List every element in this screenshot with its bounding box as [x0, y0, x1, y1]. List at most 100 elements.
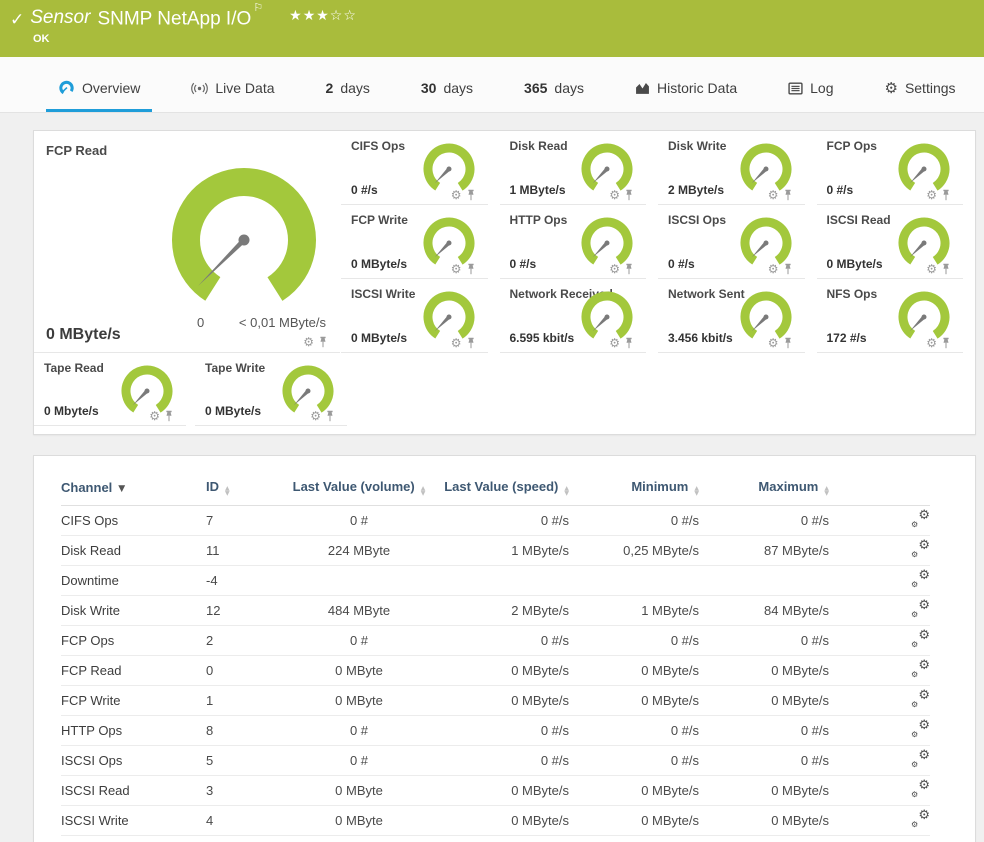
column-label: Channel	[61, 480, 113, 495]
pin-icon[interactable]	[783, 263, 793, 275]
channel-gear-icon[interactable]: ⚙	[609, 337, 620, 349]
tab-historic-data[interactable]: Historic Data	[623, 80, 749, 112]
channel-settings-icon[interactable]: ⚙ ⚙	[910, 749, 930, 769]
table-row[interactable]: Downtime -4 ⚙ ⚙	[61, 565, 930, 596]
channel-settings-icon[interactable]: ⚙ ⚙	[910, 599, 930, 619]
last-value-volume: 0 MByte	[284, 685, 434, 716]
channel-name: CIFS Ops	[61, 505, 206, 536]
column-label: Minimum	[631, 479, 689, 494]
maximum-value: 0 MByte/s	[699, 805, 829, 836]
priority-stars[interactable]: ★★★☆☆	[289, 8, 357, 24]
tape-gauges-row: Tape Read 0 Mbyte/s ⚙ Tape Write 0 MByte…	[34, 353, 356, 426]
channel-settings-icon[interactable]: ⚙ ⚙	[910, 719, 930, 739]
table-row[interactable]: FCP Ops 2 0 # 0 #/s 0 #/s 0 #/s ⚙ ⚙	[61, 625, 930, 656]
pin-icon[interactable]	[783, 337, 793, 349]
column-header-last-value-speed[interactable]: Last Value (speed) ▲ ▼	[434, 473, 569, 506]
pin-icon[interactable]	[783, 189, 793, 201]
pin-icon[interactable]	[941, 189, 951, 201]
tab-label: Historic Data	[656, 80, 738, 96]
table-row[interactable]: ISCSI Ops 5 0 # 0 #/s 0 #/s 0 #/s ⚙ ⚙	[61, 745, 930, 776]
channel-gear-icon[interactable]: ⚙	[451, 263, 462, 275]
status-ok-check-icon: ✓	[10, 10, 25, 30]
pin-icon[interactable]	[624, 189, 634, 201]
table-row[interactable]: ISCSI Read 3 0 MByte 0 MByte/s 0 MByte/s…	[61, 775, 930, 806]
gauge-cell-tape-read: Tape Read 0 Mbyte/s ⚙	[34, 353, 186, 426]
column-label: ID	[206, 479, 219, 494]
pin-icon[interactable]	[941, 263, 951, 275]
column-header-id[interactable]: ID ▲ ▼	[206, 473, 284, 506]
sensor-title: SNMP NetApp I/O⚐	[97, 1, 263, 30]
tab-live-data[interactable]: Live Data	[179, 80, 286, 112]
channel-settings-icon[interactable]: ⚙ ⚙	[910, 779, 930, 799]
channel-name: FCP Ops	[61, 625, 206, 656]
tab-label: Settings	[904, 80, 956, 96]
channel-gear-icon[interactable]: ⚙	[310, 410, 321, 422]
table-row[interactable]: Disk Write 12 484 MByte 2 MByte/s 1 MByt…	[61, 595, 930, 626]
table-row[interactable]: CIFS Ops 7 0 # 0 #/s 0 #/s 0 #/s ⚙ ⚙	[61, 505, 930, 536]
maximum-value: 0 MByte/s	[699, 775, 829, 806]
channel-settings-icon[interactable]: ⚙ ⚙	[910, 809, 930, 829]
pin-icon[interactable]	[466, 189, 476, 201]
pin-icon[interactable]	[466, 263, 476, 275]
channel-gear-icon[interactable]: ⚙	[451, 189, 462, 201]
channel-settings-icon[interactable]: ⚙ ⚙	[910, 569, 930, 589]
channel-id: 8	[206, 715, 284, 746]
pin-icon[interactable]	[941, 337, 951, 349]
channel-name: Disk Read	[61, 535, 206, 566]
table-row[interactable]: Disk Read 11 224 MByte 1 MByte/s 0,25 MB…	[61, 535, 930, 566]
channel-gear-icon[interactable]: ⚙	[609, 263, 620, 275]
column-header-minimum[interactable]: Minimum ▲ ▼	[569, 473, 699, 506]
gauge-value: 0 Mbyte/s	[44, 404, 99, 418]
tab-overview[interactable]: Overview	[46, 80, 153, 112]
tab-log[interactable]: Log	[776, 80, 845, 112]
channel-settings-icon[interactable]: ⚙ ⚙	[910, 539, 930, 559]
gauges-panel: FCP Read 0 < 0,01 MByte/s 0 MByte/s ⚙ CI…	[33, 130, 976, 435]
gauge-dial	[423, 291, 474, 343]
minimum-value: 0,25 MByte/s	[569, 535, 699, 566]
flag-icon[interactable]: ⚐	[253, 1, 263, 14]
channel-settings-icon[interactable]: ⚙ ⚙	[910, 689, 930, 709]
gauge-dial	[898, 217, 950, 269]
gauge-value: 0 #/s	[351, 183, 378, 197]
channel-gear-icon[interactable]: ⚙	[609, 189, 620, 201]
channel-id: 3	[206, 775, 284, 806]
tab-settings[interactable]: ⚙ Settings	[872, 80, 967, 112]
pin-icon[interactable]	[624, 337, 634, 349]
pin-icon[interactable]	[164, 410, 174, 422]
pin-icon[interactable]	[466, 337, 476, 349]
broadcast-icon	[191, 82, 209, 95]
tab-30-days[interactable]: 30 days	[409, 80, 485, 112]
channel-name: Disk Write	[61, 595, 206, 626]
tab-2-days[interactable]: 2 days	[314, 80, 382, 112]
channel-id: 0	[206, 655, 284, 686]
table-row[interactable]: FCP Read 0 0 MByte 0 MByte/s 0 MByte/s 0…	[61, 655, 930, 686]
table-row[interactable]: HTTP Ops 8 0 # 0 #/s 0 #/s 0 #/s ⚙ ⚙	[61, 715, 930, 746]
column-header-maximum[interactable]: Maximum ▲ ▼	[699, 473, 829, 506]
column-header-channel[interactable]: Channel ▼	[61, 473, 206, 506]
channel-gear-icon[interactable]: ⚙	[926, 263, 937, 275]
pin-icon[interactable]	[318, 336, 328, 348]
channel-gear-icon[interactable]: ⚙	[926, 337, 937, 349]
channel-gear-icon[interactable]: ⚙	[149, 410, 160, 422]
pin-icon[interactable]	[325, 410, 335, 422]
pin-icon[interactable]	[624, 263, 634, 275]
channel-name: ISCSI Read	[61, 775, 206, 806]
table-row[interactable]: FCP Write 1 0 MByte 0 MByte/s 0 MByte/s …	[61, 685, 930, 716]
minimum-value: 0 #/s	[569, 625, 699, 656]
channel-gear-icon[interactable]: ⚙	[451, 337, 462, 349]
maximum-value: 84 MByte/s	[699, 595, 829, 626]
channel-settings-icon[interactable]: ⚙ ⚙	[910, 659, 930, 679]
channel-settings-icon[interactable]: ⚙ ⚙	[910, 629, 930, 649]
gauge-value: 0 MByte/s	[46, 326, 121, 343]
gauge-cell-disk-write: Disk Write 2 MByte/s ⚙	[658, 131, 805, 205]
channel-gear-icon[interactable]: ⚙	[768, 337, 779, 349]
channel-gear-icon[interactable]: ⚙	[303, 336, 314, 348]
channel-gear-icon[interactable]: ⚙	[768, 189, 779, 201]
column-header-last-value-volume[interactable]: Last Value (volume) ▲ ▼	[284, 473, 434, 506]
channel-settings-icon[interactable]: ⚙ ⚙	[910, 509, 930, 529]
channel-id: 5	[206, 745, 284, 776]
table-row[interactable]: ISCSI Write 4 0 MByte 0 MByte/s 0 MByte/…	[61, 805, 930, 836]
channel-gear-icon[interactable]: ⚙	[768, 263, 779, 275]
channel-gear-icon[interactable]: ⚙	[926, 189, 937, 201]
tab-365-days[interactable]: 365 days	[512, 80, 596, 112]
